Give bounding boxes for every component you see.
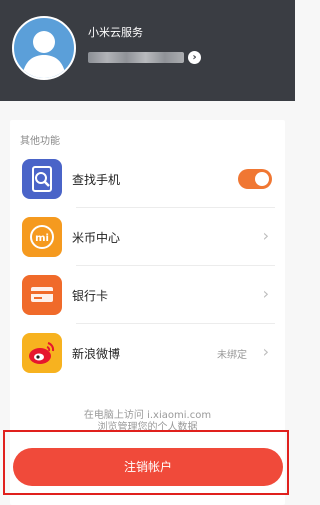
bank-card-icon xyxy=(22,275,62,315)
list-item-mi-coin[interactable]: mi 米币中心 › xyxy=(10,208,285,266)
chevron-right-icon: › xyxy=(262,226,269,245)
section-label: 其他功能 xyxy=(20,136,60,147)
chevron-right-icon: › xyxy=(262,284,269,303)
list-item-label: 米币中心 xyxy=(72,231,121,245)
chevron-right-icon[interactable]: › xyxy=(188,51,201,64)
account-header: 小米云服务 › xyxy=(0,0,295,101)
user-silhouette-icon xyxy=(22,31,66,78)
list-item-label: 银行卡 xyxy=(72,289,109,303)
mi-coin-icon: mi xyxy=(22,217,62,257)
chevron-right-icon: › xyxy=(262,342,269,361)
list-item-label: 新浪微博 xyxy=(72,347,121,361)
find-phone-icon xyxy=(22,159,62,199)
list-item-bank-card[interactable]: 银行卡 › xyxy=(10,266,285,324)
list-item-weibo[interactable]: 新浪微博 未绑定 › xyxy=(10,324,285,382)
binding-status: 未绑定 xyxy=(217,350,247,361)
toggle-knob xyxy=(255,172,269,186)
avatar[interactable] xyxy=(12,16,76,80)
list-item-find-phone[interactable]: 查找手机 xyxy=(10,150,285,208)
account-id-redacted xyxy=(88,52,184,63)
weibo-icon xyxy=(22,333,62,373)
svg-text:mi: mi xyxy=(35,233,49,244)
footer-note-line1: 在电脑上访问 i.xiaomi.com xyxy=(83,410,212,421)
logout-button[interactable]: 注销帐户 xyxy=(13,448,283,486)
service-title: 小米云服务 xyxy=(88,26,143,39)
find-phone-toggle[interactable] xyxy=(238,169,272,189)
list-item-label: 查找手机 xyxy=(72,173,121,187)
